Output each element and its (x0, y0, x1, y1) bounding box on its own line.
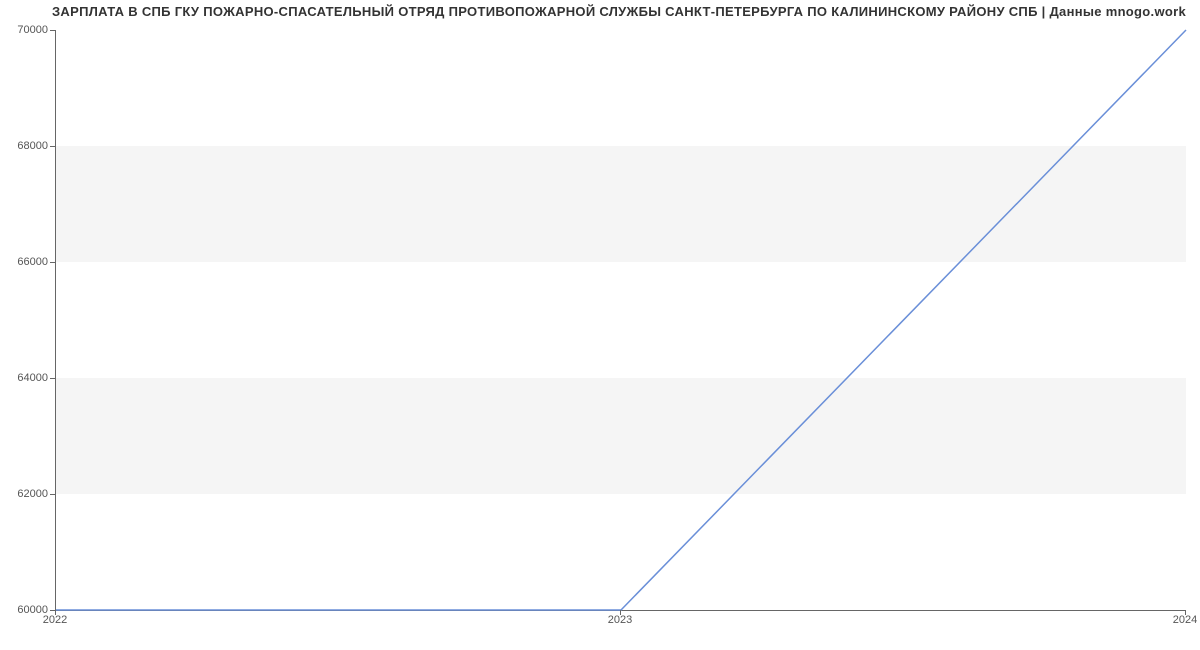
y-tick-label: 66000 (8, 256, 48, 268)
y-tick-label: 64000 (8, 372, 48, 384)
chart-title: ЗАРПЛАТА В СПБ ГКУ ПОЖАРНО-СПАСАТЕЛЬНЫЙ … (52, 4, 1186, 19)
x-tick-label: 2023 (608, 614, 632, 626)
y-tick (50, 494, 55, 495)
salary-line-chart: ЗАРПЛАТА В СПБ ГКУ ПОЖАРНО-СПАСАТЕЛЬНЫЙ … (0, 0, 1200, 650)
y-tick (50, 146, 55, 147)
x-tick (620, 610, 621, 615)
y-tick-label: 62000 (8, 488, 48, 500)
y-tick-label: 68000 (8, 140, 48, 152)
x-tick (1185, 610, 1186, 615)
y-tick (50, 378, 55, 379)
y-tick (50, 262, 55, 263)
x-tick-label: 2022 (43, 614, 67, 626)
line-series (56, 30, 1186, 610)
plot-area (55, 30, 1186, 611)
y-tick (50, 30, 55, 31)
data-line (56, 30, 1186, 610)
x-tick (55, 610, 56, 615)
y-tick-label: 70000 (8, 24, 48, 36)
x-tick-label: 2024 (1173, 614, 1197, 626)
